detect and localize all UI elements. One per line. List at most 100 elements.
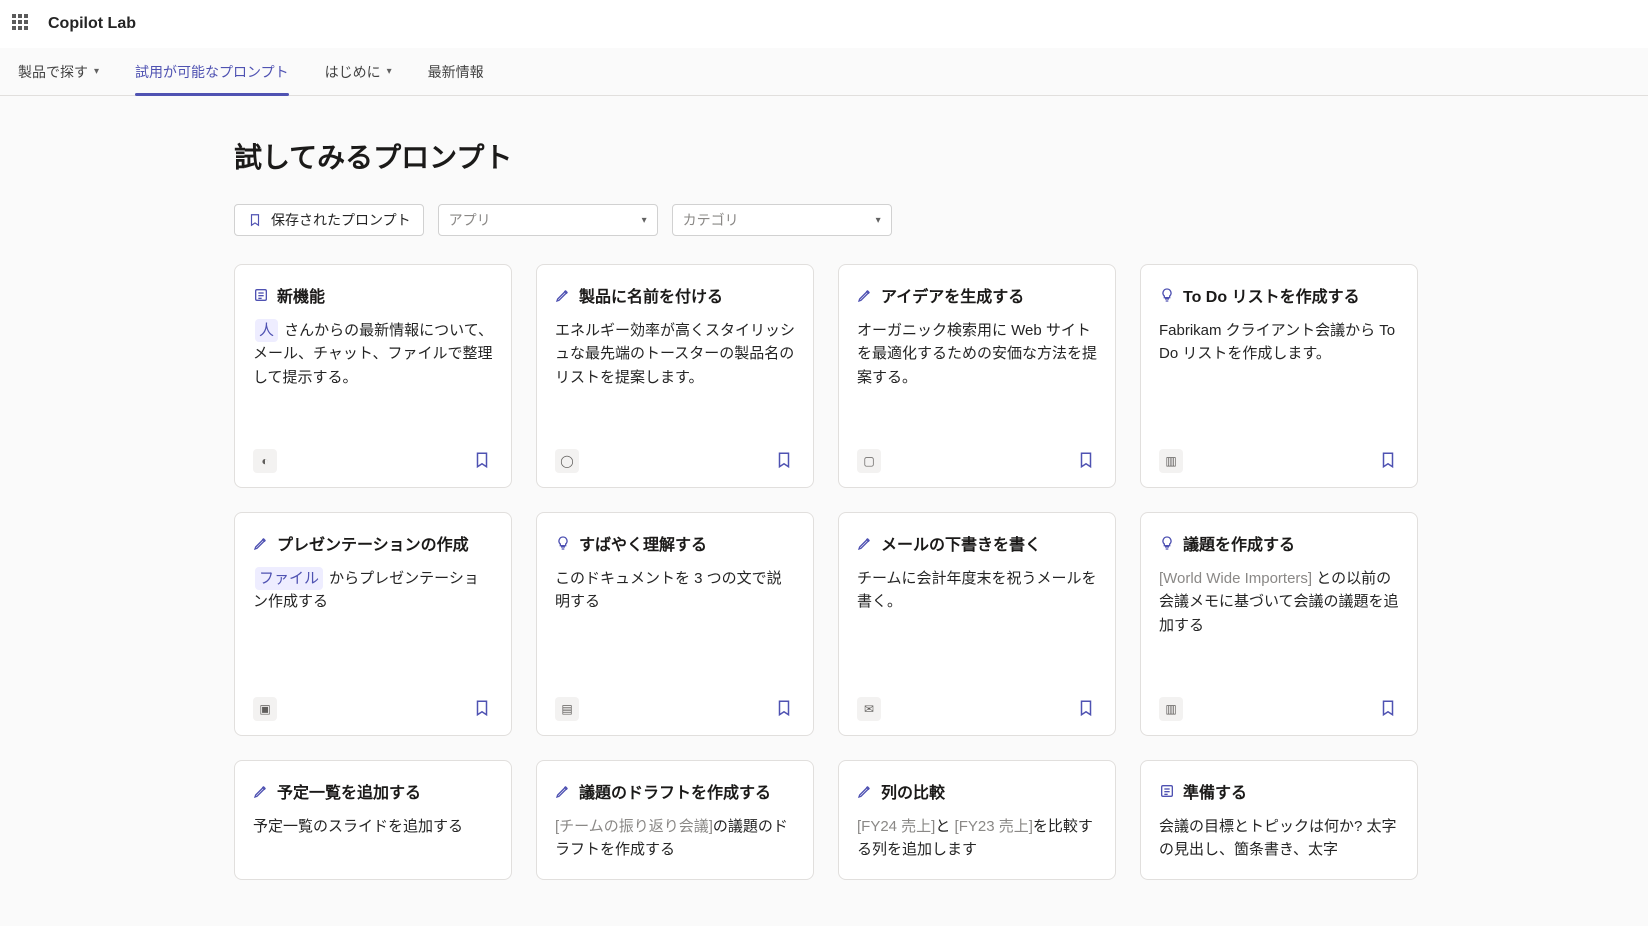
- tab-try-prompts[interactable]: 試用が可能なプロンプト: [135, 48, 289, 95]
- category-filter-dropdown[interactable]: カテゴリ ▾: [672, 204, 892, 236]
- card-title: 製品に名前を付ける: [579, 283, 723, 307]
- card-title: 議題のドラフトを作成する: [579, 779, 771, 803]
- token-chip: 人: [255, 319, 278, 342]
- card-footer: ▥: [1159, 697, 1399, 721]
- card-body: 会議の目標とトピックは何か? 太字の見出し、箇条書き、太字: [1159, 815, 1399, 865]
- card-header: メールの下書きを書く: [857, 531, 1097, 555]
- card-body: ファイル からプレゼンテーション作成する: [253, 567, 493, 685]
- filter-row: 保存されたプロンプト アプリ ▾ カテゴリ ▾: [234, 204, 1414, 236]
- card-title: すばやく理解する: [579, 531, 707, 555]
- card-title: 準備する: [1183, 779, 1247, 803]
- bookmark-button[interactable]: [1379, 451, 1399, 471]
- card-body: [World Wide Importers] との以前の会議メモに基づいて会議の…: [1159, 567, 1399, 685]
- pen-icon: [253, 535, 269, 551]
- chevron-down-icon: ▾: [387, 66, 392, 77]
- prompt-card[interactable]: 列の比較 [FY24 売上]と [FY23 売上]を比較する列を追加します: [838, 760, 1116, 880]
- saved-prompts-button[interactable]: 保存されたプロンプト: [234, 204, 424, 236]
- pen-icon: [555, 783, 571, 799]
- pen-icon: [857, 287, 873, 303]
- card-footer: ▤: [555, 697, 795, 721]
- app-badge-outlook: ✉: [857, 697, 881, 721]
- topbar: Copilot Lab: [0, 0, 1648, 48]
- tab-label: はじめに: [325, 62, 381, 82]
- app-badge-whiteboard: ▢: [857, 449, 881, 473]
- tab-label: 試用が可能なプロンプト: [135, 62, 289, 82]
- prompt-card[interactable]: メールの下書きを書くチームに会計年度末を祝うメールを書く。 ✉: [838, 512, 1116, 736]
- card-title: To Do リストを作成する: [1183, 283, 1360, 307]
- card-header: すばやく理解する: [555, 531, 795, 555]
- chevron-down-icon: ▾: [642, 215, 647, 226]
- app-badge-copilot: ◐: [253, 449, 277, 473]
- bookmark-button[interactable]: [1077, 451, 1097, 471]
- app-badge-loop: ◯: [555, 449, 579, 473]
- card-footer: ◯: [555, 449, 795, 473]
- tab-getting-started[interactable]: はじめに ▾: [325, 48, 392, 95]
- card-title: 議題を作成する: [1183, 531, 1295, 555]
- card-header: 準備する: [1159, 779, 1399, 803]
- prompt-grid: 新機能人 さんからの最新情報について、メール、チャット、ファイルで整理して提示す…: [234, 264, 1414, 880]
- prompt-card[interactable]: To Do リストを作成するFabrikam クライアント会議から To Do …: [1140, 264, 1418, 488]
- card-header: 議題のドラフトを作成する: [555, 779, 795, 803]
- dropdown-placeholder: カテゴリ: [683, 210, 739, 230]
- card-header: プレゼンテーションの作成: [253, 531, 493, 555]
- bracket-token: [FY24 売上]: [857, 818, 935, 835]
- pen-icon: [857, 783, 873, 799]
- app-badge-onenote: ▥: [1159, 697, 1183, 721]
- prompt-card[interactable]: すばやく理解するこのドキュメントを 3 つの文で説明する ▤: [536, 512, 814, 736]
- list-icon: [1159, 783, 1175, 799]
- app-launcher-icon[interactable]: [12, 14, 32, 34]
- prompt-card[interactable]: 予定一覧を追加する予定一覧のスライドを追加する: [234, 760, 512, 880]
- bookmark-button[interactable]: [775, 451, 795, 471]
- bracket-token: [World Wide Importers]: [1159, 570, 1312, 587]
- card-body: [チームの振り返り会議]の議題のドラフトを作成する: [555, 815, 795, 865]
- card-header: 新機能: [253, 283, 493, 307]
- tab-bar: 製品で探す ▾ 試用が可能なプロンプト はじめに ▾ 最新情報: [0, 48, 1648, 96]
- prompt-card[interactable]: 新機能人 さんからの最新情報について、メール、チャット、ファイルで整理して提示す…: [234, 264, 512, 488]
- card-body: チームに会計年度末を祝うメールを書く。: [857, 567, 1097, 685]
- tab-whats-new[interactable]: 最新情報: [428, 48, 484, 95]
- card-header: 予定一覧を追加する: [253, 779, 493, 803]
- card-title: メールの下書きを書く: [881, 531, 1041, 555]
- bracket-token: [FY23 売上]: [955, 818, 1033, 835]
- bookmark-button[interactable]: [1379, 699, 1399, 719]
- tab-product[interactable]: 製品で探す ▾: [18, 48, 99, 95]
- card-footer: ✉: [857, 697, 1097, 721]
- bulb-icon: [1159, 535, 1175, 551]
- app-badge-powerpoint: ▣: [253, 697, 277, 721]
- card-footer: ◐: [253, 449, 493, 473]
- pen-icon: [857, 535, 873, 551]
- list-icon: [253, 287, 269, 303]
- pen-icon: [555, 287, 571, 303]
- app-badge-word: ▤: [555, 697, 579, 721]
- card-header: To Do リストを作成する: [1159, 283, 1399, 307]
- bookmark-button[interactable]: [473, 451, 493, 471]
- prompt-card[interactable]: 製品に名前を付けるエネルギー効率が高くスタイリッシュな最先端のトースターの製品名…: [536, 264, 814, 488]
- card-body: 予定一覧のスライドを追加する: [253, 815, 493, 865]
- card-header: 列の比較: [857, 779, 1097, 803]
- card-footer: ▣: [253, 697, 493, 721]
- bookmark-button[interactable]: [775, 699, 795, 719]
- card-title: プレゼンテーションの作成: [277, 531, 469, 555]
- app-badge-onenote: ▥: [1159, 449, 1183, 473]
- bracket-token: [チームの振り返り会議]: [555, 818, 713, 835]
- prompt-card[interactable]: 議題を作成する [World Wide Importers] との以前の会議メモに…: [1140, 512, 1418, 736]
- card-body: [FY24 売上]と [FY23 売上]を比較する列を追加します: [857, 815, 1097, 865]
- app-filter-dropdown[interactable]: アプリ ▾: [438, 204, 658, 236]
- bookmark-button[interactable]: [473, 699, 493, 719]
- chevron-down-icon: ▾: [94, 66, 99, 77]
- pen-icon: [253, 783, 269, 799]
- bulb-icon: [1159, 287, 1175, 303]
- prompt-card[interactable]: 議題のドラフトを作成する [チームの振り返り会議]の議題のドラフトを作成する: [536, 760, 814, 880]
- card-title: アイデアを生成する: [881, 283, 1024, 307]
- card-title: 列の比較: [881, 779, 945, 803]
- card-body: このドキュメントを 3 つの文で説明する: [555, 567, 795, 685]
- prompt-card[interactable]: 準備する会議の目標とトピックは何か? 太字の見出し、箇条書き、太字: [1140, 760, 1418, 880]
- tab-label: 製品で探す: [18, 62, 88, 82]
- prompt-card[interactable]: アイデアを生成するオーガニック検索用に Web サイトを最適化するための安価な方…: [838, 264, 1116, 488]
- bookmark-button[interactable]: [1077, 699, 1097, 719]
- prompt-card[interactable]: プレゼンテーションの作成ファイル からプレゼンテーション作成する ▣: [234, 512, 512, 736]
- dropdown-placeholder: アプリ: [449, 210, 491, 230]
- card-body: オーガニック検索用に Web サイトを最適化するための安価な方法を提案する。: [857, 319, 1097, 437]
- chevron-down-icon: ▾: [876, 215, 881, 226]
- card-body: エネルギー効率が高くスタイリッシュな最先端のトースターの製品名のリストを提案しま…: [555, 319, 795, 437]
